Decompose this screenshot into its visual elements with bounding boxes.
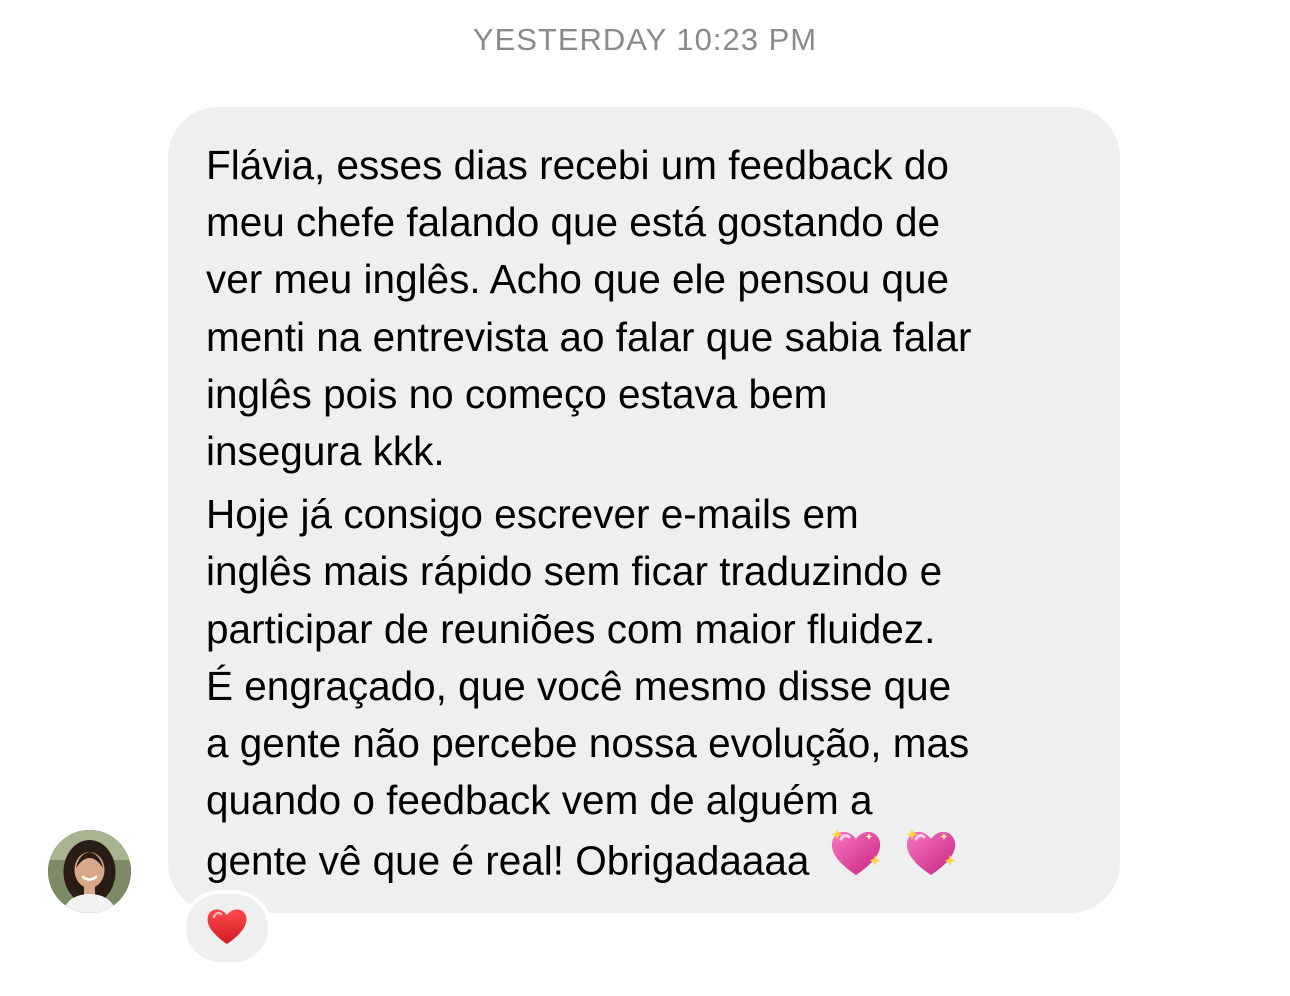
message-line: É engraçado, que você mesmo disse que (206, 662, 952, 709)
message-line: gente vê que é real! Obrigadaaaa (206, 837, 810, 884)
red-heart-icon (205, 906, 249, 951)
message-line: inglês pois no começo estava bem (206, 370, 828, 417)
message-line: insegura kkk. (206, 428, 445, 475)
message-line: a gente não percebe nossa evolução, mas (206, 720, 970, 767)
message-line: Hoje já consigo escrever e-mails em (206, 491, 859, 538)
message-line: quando o feedback vem de alguém a (206, 777, 873, 824)
sparkling-heart-icon (902, 825, 960, 894)
reaction-badge[interactable] (182, 890, 272, 966)
sparkling-heart-icon (827, 825, 885, 894)
message-line: participar de reuniões com maior fluidez… (206, 605, 936, 652)
sender-avatar[interactable] (48, 830, 131, 913)
message-timestamp: YESTERDAY 10:23 PM (472, 22, 818, 57)
message-line: ver meu inglês. Acho que ele pensou que (206, 256, 950, 303)
message-bubble[interactable]: Flávia, esses dias recebi um feedback do… (168, 107, 1120, 913)
message-line: meu chefe falando que está gostando de (206, 199, 941, 246)
message-last-line: gente vê que é real! Obrigadaaaa (206, 829, 1100, 898)
chat-screen: YESTERDAY 10:23 PM Flávia, esses dias re… (0, 0, 1290, 996)
message-line: Flávia, esses dias recebi um feedback do (206, 142, 949, 188)
message-line: inglês mais rápido sem ficar traduzindo … (206, 548, 943, 595)
message-line: menti na entrevista ao falar que sabia f… (206, 313, 972, 360)
